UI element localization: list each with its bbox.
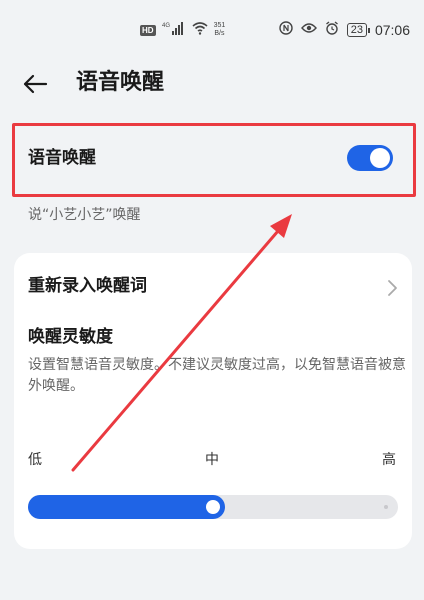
slider-thumb[interactable]	[206, 500, 220, 514]
rerecord-wakeword-label: 重新录入唤醒词	[28, 276, 147, 296]
net-speed: 351 B/s	[214, 22, 226, 38]
wifi-icon	[192, 21, 208, 40]
alarm-icon	[325, 20, 339, 40]
page-title: 语音唤醒	[76, 70, 165, 95]
net-speed-value: 351	[213, 22, 226, 29]
slider-fill	[28, 495, 225, 519]
eye-icon	[300, 21, 317, 39]
nfc-icon	[279, 20, 293, 40]
status-bar: HD 4G 351 B/s 23 07:06	[0, 0, 424, 56]
sensitivity-level-high: 高	[382, 452, 396, 468]
rerecord-wakeword-item[interactable]: 重新录入唤醒词	[14, 268, 412, 308]
signal-icon: 4G	[162, 21, 186, 40]
status-time: 07:06	[374, 22, 410, 38]
net-speed-unit: B/s	[214, 30, 225, 37]
chevron-right-icon	[388, 280, 397, 296]
sensitivity-level-mid: 中	[205, 452, 219, 468]
hd-badge: HD	[140, 24, 156, 36]
status-right: 23 07:06	[279, 20, 410, 40]
wakeup-toggle-label: 语音唤醒	[28, 148, 96, 168]
battery-icon: 23	[346, 23, 371, 37]
slider-end-dot	[384, 505, 388, 509]
back-arrow-icon	[23, 74, 48, 94]
sensitivity-slider[interactable]	[28, 495, 398, 519]
sensitivity-level-low: 低	[28, 452, 42, 468]
signal-type-label: 4G	[162, 23, 170, 29]
wakeup-subtitle: 说“小艺小艺”唤醒	[28, 207, 141, 223]
sensitivity-title: 唤醒灵敏度	[28, 327, 113, 347]
back-button[interactable]	[22, 66, 62, 102]
app-bar: 语音唤醒	[0, 56, 424, 112]
toggle-knob	[370, 148, 390, 168]
sensitivity-description: 设置智慧语音灵敏度。不建议灵敏度过高，以免智慧语音被意外唤醒。	[28, 357, 406, 394]
status-left: HD 4G 351 B/s	[140, 20, 225, 40]
wakeup-toggle-switch[interactable]	[347, 145, 393, 171]
